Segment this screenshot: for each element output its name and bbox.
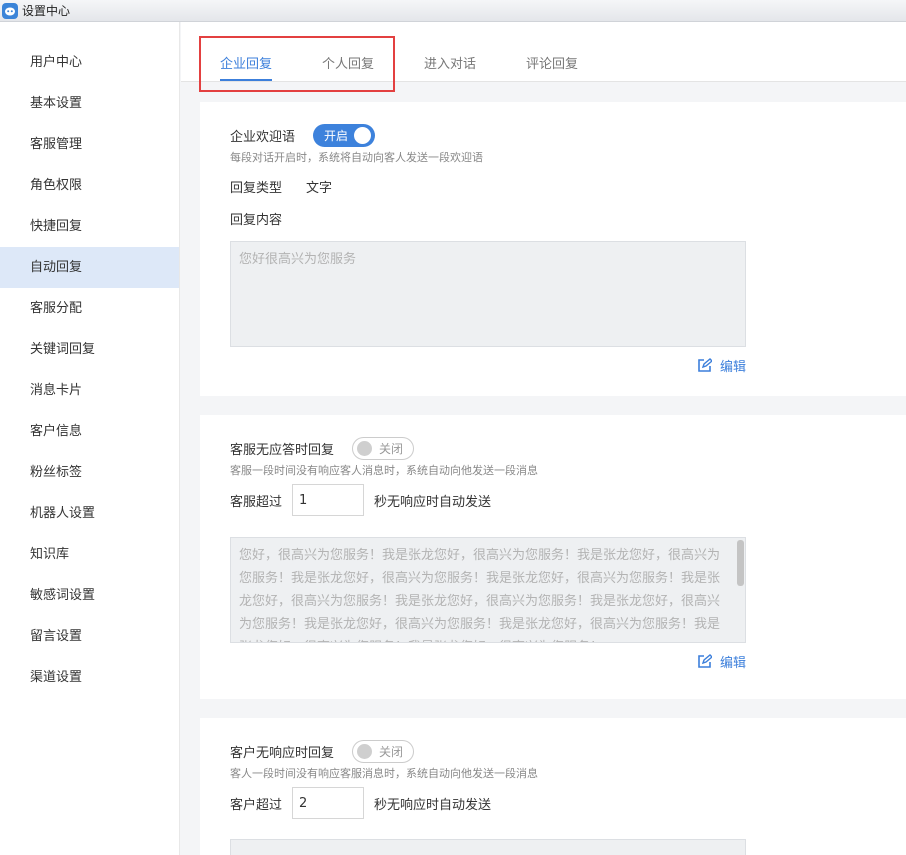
main-content: 企业回复 个人回复 进入对话 评论回复 企业欢迎语 开启 每段对话开启时，系统将… (181, 22, 906, 855)
welcome-content-text: 您好很高兴为您服务 (239, 252, 357, 267)
welcome-edit-button[interactable]: 编辑 (230, 356, 746, 375)
sidebar-item-auto-reply[interactable]: 自动回复 (0, 247, 179, 288)
reply-type-value: 文字 (306, 181, 333, 196)
tab-bar: 企业回复 个人回复 进入对话 评论回复 (181, 22, 906, 92)
agent-no-reply-toggle-label: 关闭 (379, 441, 404, 456)
customer-no-reply-title: 客户无响应时回复 (230, 745, 335, 761)
sidebar: 用户中心 基本设置 客服管理 角色权限 快捷回复 自动回复 客服分配 关键词回复… (0, 22, 180, 855)
agent-timeout-prefix: 客服超过 (230, 494, 283, 510)
tab-enter-conversation[interactable]: 进入对话 (424, 53, 476, 79)
tab-personal-reply[interactable]: 个人回复 (322, 53, 374, 79)
welcome-content-box[interactable]: 您好很高兴为您服务 (230, 241, 746, 347)
customer-no-reply-toggle[interactable]: 关闭 (352, 739, 415, 763)
customer-no-reply-content-box[interactable] (230, 839, 746, 855)
sidebar-item-sensitive-words[interactable]: 敏感词设置 (0, 575, 179, 616)
agent-timeout-suffix: 秒无响应时自动发送 (374, 494, 492, 510)
sidebar-item-message-card[interactable]: 消息卡片 (0, 370, 179, 411)
sidebar-item-basic-settings[interactable]: 基本设置 (0, 83, 179, 124)
agent-no-reply-content-text: 您好，很高兴为您服务！我是张龙您好，很高兴为您服务！我是张龙您好，很高兴为您服务… (239, 548, 721, 642)
toggle-knob (357, 743, 373, 759)
agent-no-reply-edit-button[interactable]: 编辑 (230, 652, 746, 671)
sidebar-item-keyword-reply[interactable]: 关键词回复 (0, 329, 179, 370)
title-bar: 设置中心 (0, 0, 906, 22)
sidebar-item-role-permissions[interactable]: 角色权限 (0, 165, 179, 206)
agent-no-reply-toggle[interactable]: 关闭 (352, 436, 415, 460)
edit-label: 编辑 (719, 656, 746, 671)
agent-no-reply-hint: 客服一段时间没有响应客人消息时，系统自动向他发送一段消息 (230, 464, 538, 477)
reply-content-label: 回复内容 (230, 213, 283, 228)
tab-comment-reply[interactable]: 评论回复 (526, 53, 578, 79)
customer-no-reply-toggle-label: 关闭 (379, 744, 404, 759)
window-title: 设置中心 (22, 4, 71, 18)
toggle-knob (354, 126, 372, 144)
edit-icon (698, 358, 712, 372)
welcome-toggle-label: 开启 (324, 128, 349, 143)
sidebar-item-fan-tags[interactable]: 粉丝标签 (0, 452, 179, 493)
customer-timeout-suffix: 秒无响应时自动发送 (374, 797, 492, 813)
welcome-hint: 每段对话开启时，系统将自动向客人发送一段欢迎语 (230, 151, 483, 164)
customer-no-reply-hint: 客人一段时间没有响应客服消息时，系统自动向他发送一段消息 (230, 767, 538, 780)
agent-no-reply-card: 客服无应答时回复 关闭 客服一段时间没有响应客人消息时，系统自动向他发送一段消息… (200, 415, 906, 699)
sidebar-item-agent-management[interactable]: 客服管理 (0, 124, 179, 165)
agent-timeout-input[interactable] (292, 484, 365, 516)
toggle-knob (357, 440, 373, 456)
agent-no-reply-content-box[interactable]: 您好，很高兴为您服务！我是张龙您好，很高兴为您服务！我是张龙您好，很高兴为您服务… (230, 537, 746, 643)
app-logo-icon (2, 2, 18, 19)
sidebar-item-quick-reply[interactable]: 快捷回复 (0, 206, 179, 247)
customer-timeout-prefix: 客户超过 (230, 797, 283, 813)
sidebar-item-agent-assignment[interactable]: 客服分配 (0, 288, 179, 329)
sidebar-item-message-settings[interactable]: 留言设置 (0, 616, 179, 657)
edit-label: 编辑 (719, 360, 746, 375)
sidebar-item-user-center[interactable]: 用户中心 (0, 42, 179, 83)
edit-icon (698, 654, 712, 668)
welcome-title: 企业欢迎语 (230, 129, 296, 145)
reply-type-label: 回复类型 (230, 181, 283, 196)
sidebar-item-robot-settings[interactable]: 机器人设置 (0, 493, 179, 534)
agent-no-reply-title: 客服无应答时回复 (230, 442, 335, 458)
sidebar-item-channel-settings[interactable]: 渠道设置 (0, 657, 179, 698)
sidebar-item-customer-info[interactable]: 客户信息 (0, 411, 179, 452)
welcome-card: 企业欢迎语 开启 每段对话开启时，系统将自动向客人发送一段欢迎语 回复类型 文字… (200, 102, 906, 396)
customer-no-reply-card: 客户无响应时回复 关闭 客人一段时间没有响应客服消息时，系统自动向他发送一段消息… (200, 718, 906, 855)
customer-timeout-input[interactable] (292, 787, 365, 819)
welcome-toggle[interactable]: 开启 (313, 123, 376, 147)
sidebar-item-knowledge-base[interactable]: 知识库 (0, 534, 179, 575)
content-scrollbar[interactable] (737, 540, 744, 586)
tab-enterprise-reply[interactable]: 企业回复 (220, 53, 273, 81)
